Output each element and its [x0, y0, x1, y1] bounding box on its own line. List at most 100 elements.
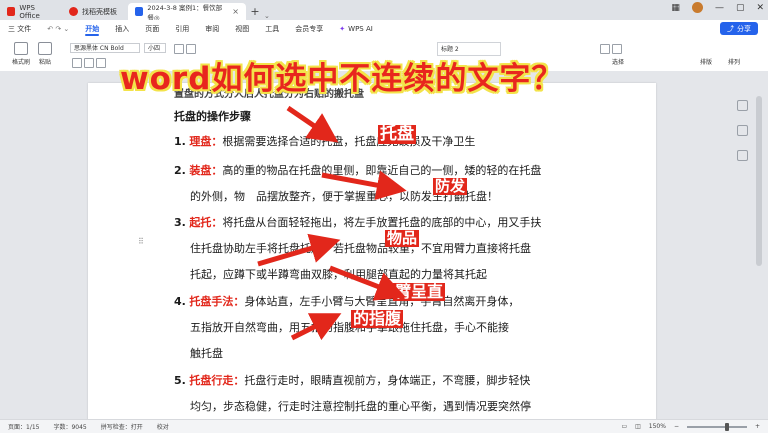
item-text: 根据需要选择合适的托盘，托盘应无破损及干净卫生 — [222, 135, 476, 148]
arrange-button[interactable]: 排版 — [700, 57, 712, 66]
chevron-down-icon[interactable]: ⌄ — [264, 12, 270, 20]
font-size-select[interactable]: 小四 — [144, 43, 166, 53]
item-text: 高的重的物品在托盘的里侧，即靠近自己的一侧，矮的轻的在托盘 — [222, 164, 542, 177]
new-tab-button[interactable]: + — [246, 3, 264, 20]
find-icon[interactable] — [600, 44, 610, 54]
list-item-4-cont: 触托盘 — [190, 347, 223, 360]
item-keyword: 托盘行走： — [189, 374, 245, 387]
item-text: 托盘行走时，眼睛直视前方，身体端正，不弯腰，脚步轻快 — [244, 374, 531, 387]
item-keyword: 装盘： — [189, 164, 223, 177]
avatar[interactable] — [691, 2, 703, 13]
page-indicator[interactable]: 页面：1/15 — [8, 422, 39, 431]
list-item-3: 3. 起托：将托盘从台面轻轻拖出，将左手放置托盘的底部的中心，用又手扶 — [174, 214, 541, 230]
item-keyword: 托盘手法： — [189, 295, 245, 308]
zoom-out-icon[interactable]: − — [674, 423, 679, 430]
highlight-selection[interactable]: 防发 — [433, 178, 468, 195]
wps-logo-icon — [7, 7, 16, 16]
close-button[interactable]: ✕ — [756, 3, 764, 13]
menu-wps-ai[interactable]: ✦ WPS AI — [331, 20, 381, 37]
minimize-button[interactable]: — — [715, 3, 724, 13]
item-number: 4. — [174, 295, 186, 308]
list-item-5: 5. 托盘行走：托盘行走时，眼睛直视前方，身体端正，不弯腰，脚步轻快 — [174, 372, 530, 388]
side-tool-icon[interactable] — [737, 100, 748, 111]
item-number: 1. — [174, 135, 186, 148]
menu-review[interactable]: 审阅 — [197, 20, 227, 37]
italic-icon[interactable] — [84, 58, 94, 68]
maximize-button[interactable]: ▢ — [736, 3, 745, 13]
item-number: 2. — [174, 164, 186, 177]
tab-label: 2024-3-8 案例1：餐饮部餐◎ — [147, 3, 223, 22]
list-item-5-cont: 均匀，步态稳健，行走时注意控制托盘的重心平衡，遇到情况要突然停 — [190, 400, 531, 413]
highlight-selection[interactable]: 臂呈直 — [393, 283, 446, 301]
list-item-3-cont: 住托盘协助左手将托盘托起，若托盘物品较重，不宜用臂力直接将托盘 — [190, 242, 531, 255]
share-icon: ⤴ — [727, 24, 734, 33]
close-tab-icon[interactable]: × — [232, 7, 239, 16]
select-label: 选择 — [612, 59, 625, 66]
overlay-title: word如何选中不连续的文字？ — [120, 61, 564, 97]
side-tool-icon[interactable] — [737, 125, 748, 136]
item-keyword: 理盘： — [189, 135, 223, 148]
highlight-selection[interactable]: 托盘 — [378, 125, 416, 144]
item-number: 3. — [174, 216, 186, 229]
menu-member[interactable]: 会员专享 — [287, 20, 331, 37]
menu-view[interactable]: 视图 — [227, 20, 257, 37]
menu-reference[interactable]: 引用 — [167, 20, 197, 37]
list-item-3-cont: 托起，应蹲下或半蹲弯曲双膝，利用腿部直起的力量将其托起 — [190, 268, 487, 281]
docer-icon — [69, 7, 78, 16]
item-text: 将托盘从台面轻轻拖出，将左手放置托盘的底部的中心，用又手扶 — [222, 216, 542, 229]
replace-icon[interactable] — [612, 44, 622, 54]
bold-icon[interactable] — [72, 58, 82, 68]
paste-button[interactable]: 粘贴 — [38, 42, 52, 66]
window-controls: ▦ — ▢ ✕ — [671, 2, 764, 13]
format-painter-button[interactable]: 格式刷 — [12, 42, 30, 66]
arrange-label: 排版 — [700, 59, 713, 66]
zoom-in-icon[interactable]: + — [755, 423, 760, 430]
highlight-selection[interactable]: 的指腹 — [351, 310, 404, 328]
tab-document[interactable]: 2024-3-8 案例1：餐饮部餐◎ × — [128, 3, 246, 22]
list-item-2: 2. 装盘：高的重的物品在托盘的里侧，即靠近自己的一侧，矮的轻的在托盘 — [174, 162, 541, 178]
spell-check-status[interactable]: 拼写检查：打开 — [101, 422, 143, 431]
tab-template[interactable]: 找稻壳模板 — [62, 3, 128, 20]
wps-ai-label: WPS AI — [348, 24, 373, 33]
menu-file[interactable]: 三 文件 — [0, 20, 39, 37]
tab-wps-home[interactable]: WPS Office — [0, 3, 62, 20]
word-doc-icon — [135, 7, 144, 16]
grid-icon[interactable]: ▦ — [671, 3, 680, 13]
sort-button[interactable]: 排列 — [728, 57, 740, 66]
zoom-slider[interactable] — [686, 422, 747, 431]
zoom-level[interactable]: 150% — [649, 423, 666, 430]
side-tools — [737, 100, 748, 161]
doc-heading: 托盘的操作步骤 — [174, 110, 251, 123]
tab-label: WPS Office — [19, 3, 40, 20]
ai-sparkle-icon: ✦ — [339, 24, 346, 33]
menu-tools[interactable]: 工具 — [257, 20, 287, 37]
word-count[interactable]: 字数：9045 — [53, 422, 86, 431]
item-keyword: 起托： — [189, 216, 223, 229]
menu-home[interactable]: 开始 — [77, 20, 107, 37]
paste-label: 粘贴 — [38, 59, 51, 66]
web-view-icon[interactable]: ◫ — [635, 423, 641, 430]
list-item-4: 4. 托盘手法：身体站直，左手小臂与大臂呈直角，手臂自然离开身体， — [174, 293, 519, 309]
proofread-status[interactable]: 校对 — [157, 422, 169, 431]
select-button[interactable]: 选择 — [612, 57, 624, 66]
clipboard-icon — [38, 42, 52, 55]
underline-icon[interactable] — [96, 58, 106, 68]
status-right: ▭ ◫ 150% − + — [621, 420, 760, 433]
tab-label: 找稻壳模板 — [82, 7, 117, 16]
item-text: 身体站直，左手小臂与大臂呈直角，手臂自然离开身体， — [244, 295, 520, 308]
undo-redo[interactable]: ↶ ↷ ⌄ — [39, 20, 77, 37]
view-mode-icon[interactable]: ▭ — [621, 423, 627, 430]
format-painter-label: 格式刷 — [12, 59, 31, 66]
vertical-scrollbar[interactable] — [756, 96, 762, 266]
font-name-select[interactable]: 思源黑体 CN Bold — [70, 43, 140, 53]
share-label: 分享 — [737, 24, 751, 33]
brush-icon — [14, 42, 28, 55]
side-tool-icon[interactable] — [737, 150, 748, 161]
menu-insert[interactable]: 插入 — [107, 20, 137, 37]
list-item-4-cont: 五指放开自然弯曲，用五指的指腹和手掌跟拖住托盘，手心不能接 — [190, 321, 509, 334]
menu-page[interactable]: 页面 — [137, 20, 167, 37]
share-button[interactable]: ⤴ 分享 — [720, 22, 758, 35]
drag-handle-icon[interactable]: ⠿ — [138, 237, 144, 246]
list-item-1: 1. 理盘：根据需要选择合适的托盘，托盘应无破损及干净卫生 — [174, 133, 475, 149]
highlight-selection[interactable]: 物品 — [385, 230, 420, 247]
